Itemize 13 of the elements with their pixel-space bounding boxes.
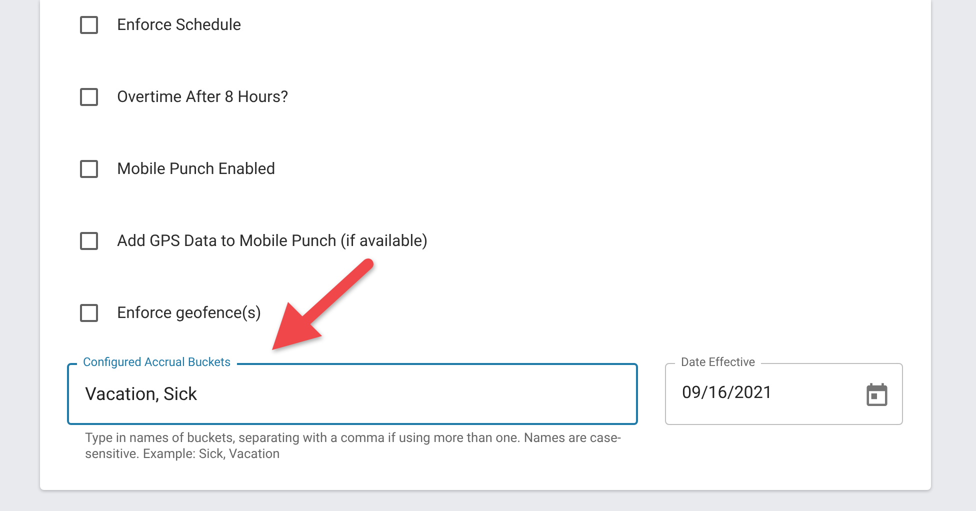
field-label: Configured Accrual Buckets xyxy=(77,354,237,370)
checkbox-label: Enforce Schedule xyxy=(117,14,242,36)
helper-text: Type in names of buckets, separating with a comma if using more than one. Names are case-sensitive. Example: Sick, Vacation xyxy=(85,431,622,463)
checkbox[interactable] xyxy=(80,232,98,250)
checkbox-label: Enforce geofence(s) xyxy=(117,302,262,324)
calendar-icon[interactable] xyxy=(866,382,888,406)
checkbox-label: Overtime After 8 Hours? xyxy=(117,86,288,108)
checkbox[interactable] xyxy=(80,88,98,106)
checkbox[interactable] xyxy=(80,16,98,34)
checkbox-label: Add GPS Data to Mobile Punch (if available) xyxy=(117,230,428,252)
checkbox[interactable] xyxy=(80,304,98,322)
checkbox-label: Mobile Punch Enabled xyxy=(117,158,276,180)
checkbox[interactable] xyxy=(80,160,98,178)
